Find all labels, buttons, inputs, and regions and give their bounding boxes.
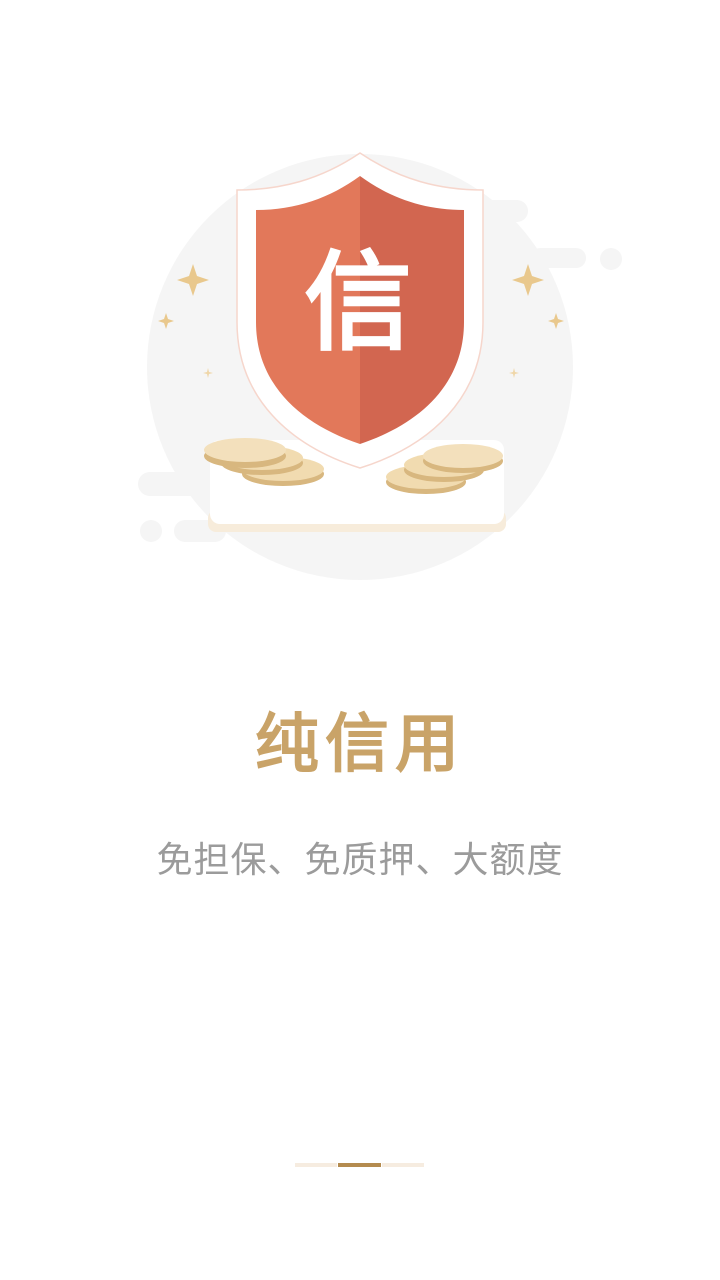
page-indicator	[295, 1163, 425, 1168]
page-indicator-dot-1[interactable]	[295, 1163, 338, 1167]
page-indicator-dot-3[interactable]	[381, 1163, 424, 1167]
page-indicator-dot-2-active[interactable]	[338, 1163, 381, 1167]
subheadline: 免担保、免质押、大额度	[156, 840, 564, 881]
shield-badge-text: 信	[304, 241, 412, 366]
cloud-pill	[138, 472, 206, 496]
onboarding-screen[interactable]: 信 纯信用 免担保、免质押、大额度	[0, 0, 720, 1280]
cloud-dot	[600, 248, 622, 270]
cloud-pill	[530, 248, 586, 268]
headline: 纯信用	[255, 708, 465, 782]
credit-shield-illustration: 信	[138, 152, 622, 580]
cloud-dot	[140, 520, 162, 542]
